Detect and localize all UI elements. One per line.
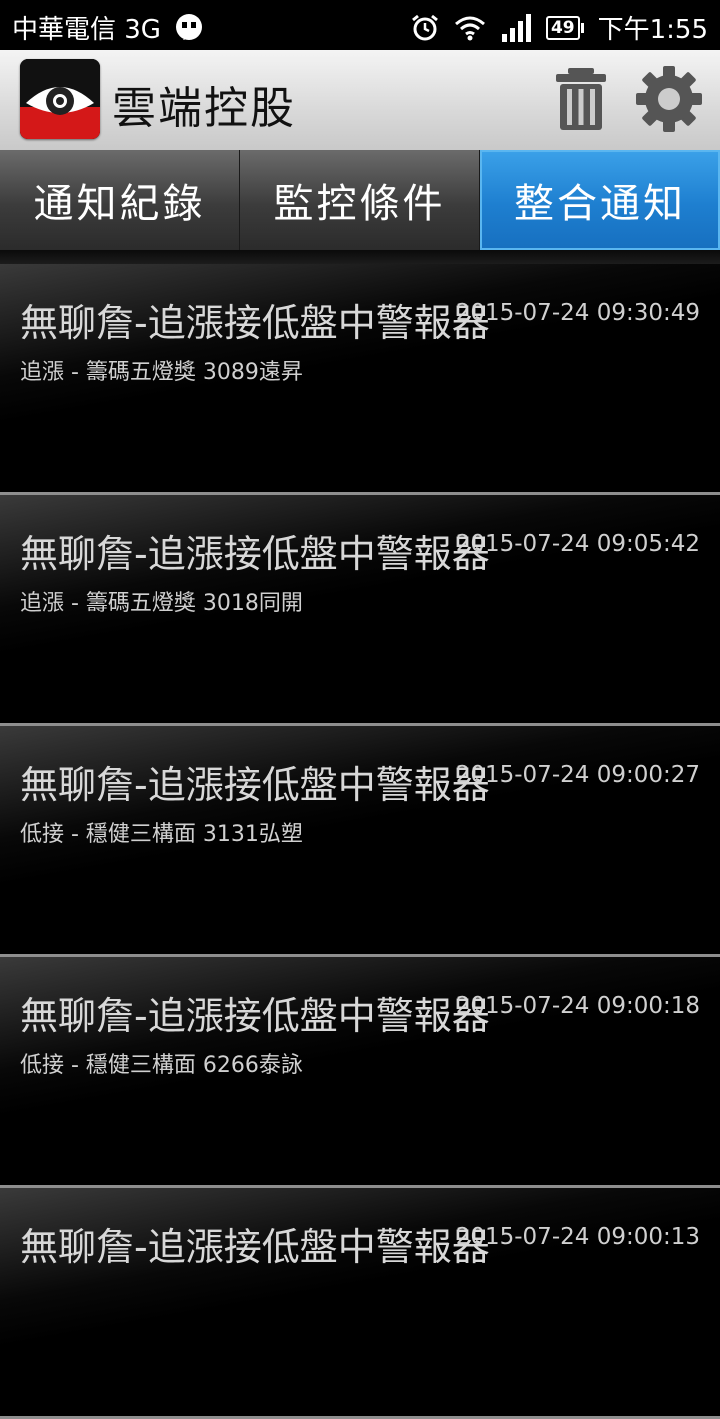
notification-title: 無聊詹-追漲接低盤中警報器 xyxy=(20,301,490,345)
carrier-label: 中華電信 3G xyxy=(12,15,161,45)
notification-title: 無聊詹-追漲接低盤中警報器 xyxy=(20,1225,490,1269)
chat-bubble-icon xyxy=(175,13,202,40)
notification-time: 2015-07-24 09:00:18 xyxy=(455,993,700,1019)
list-item[interactable]: 2015-07-24 09:30:49 無聊詹-追漲接低盤中警報器 追漲 - 籌… xyxy=(0,264,720,495)
tab-label: 通知紀錄 xyxy=(33,181,206,227)
settings-button[interactable] xyxy=(634,64,704,134)
tab-label: 監控條件 xyxy=(273,181,446,227)
tab-monitor-conditions[interactable]: 監控條件 xyxy=(240,150,480,250)
battery-tip xyxy=(580,22,584,33)
wifi-icon xyxy=(454,16,485,40)
notification-detail: 低接 - 穩健三構面 6266泰詠 xyxy=(20,1053,303,1078)
tab-label: 整合通知 xyxy=(514,181,686,227)
list-item[interactable]: 2015-07-24 09:00:18 無聊詹-追漲接低盤中警報器 低接 - 穩… xyxy=(0,957,720,1188)
gear-icon xyxy=(636,66,702,132)
divider xyxy=(0,250,720,264)
list-item[interactable]: 2015-07-24 09:05:42 無聊詹-追漲接低盤中警報器 追漲 - 籌… xyxy=(0,495,720,726)
signal-icon xyxy=(501,13,531,42)
delete-button[interactable] xyxy=(546,64,616,134)
tab-notification-log[interactable]: 通知紀錄 xyxy=(0,150,240,250)
notification-list: 2015-07-24 09:30:49 無聊詹-追漲接低盤中警報器 追漲 - 籌… xyxy=(0,264,720,1419)
alarm-icon xyxy=(412,14,438,40)
notification-title: 無聊詹-追漲接低盤中警報器 xyxy=(20,763,490,807)
battery-level: 49 xyxy=(545,15,580,40)
tab-bar: 通知紀錄 監控條件 整合通知 xyxy=(0,150,720,250)
list-item[interactable]: 2015-07-24 09:00:13 無聊詹-追漲接低盤中警報器 xyxy=(0,1188,720,1419)
notification-time: 2015-07-24 09:05:42 xyxy=(455,531,700,557)
list-item[interactable]: 2015-07-24 09:00:27 無聊詹-追漲接低盤中警報器 低接 - 穩… xyxy=(0,726,720,957)
notification-time: 2015-07-24 09:00:27 xyxy=(455,762,700,788)
app-header: 雲端控股 xyxy=(0,50,720,151)
app-title: 雲端控股 xyxy=(112,83,296,134)
clock: 下午1:55 xyxy=(597,15,708,45)
notification-title: 無聊詹-追漲接低盤中警報器 xyxy=(20,532,490,576)
notification-title: 無聊詹-追漲接低盤中警報器 xyxy=(20,994,490,1038)
eye-logo-icon xyxy=(20,59,100,139)
notification-time: 2015-07-24 09:00:13 xyxy=(455,1224,700,1250)
notification-detail: 追漲 - 籌碼五燈獎 3089遠昇 xyxy=(20,360,303,385)
notification-detail: 低接 - 穩健三構面 3131弘塑 xyxy=(20,822,303,847)
tab-integrated-notifications[interactable]: 整合通知 xyxy=(480,150,720,250)
trash-icon xyxy=(556,68,606,130)
notification-time: 2015-07-24 09:30:49 xyxy=(455,300,700,326)
battery-indicator: 49 xyxy=(545,15,584,40)
notification-detail: 追漲 - 籌碼五燈獎 3018同開 xyxy=(20,591,303,616)
status-bar: 中華電信 3G 49 下午1:55 xyxy=(0,0,720,50)
